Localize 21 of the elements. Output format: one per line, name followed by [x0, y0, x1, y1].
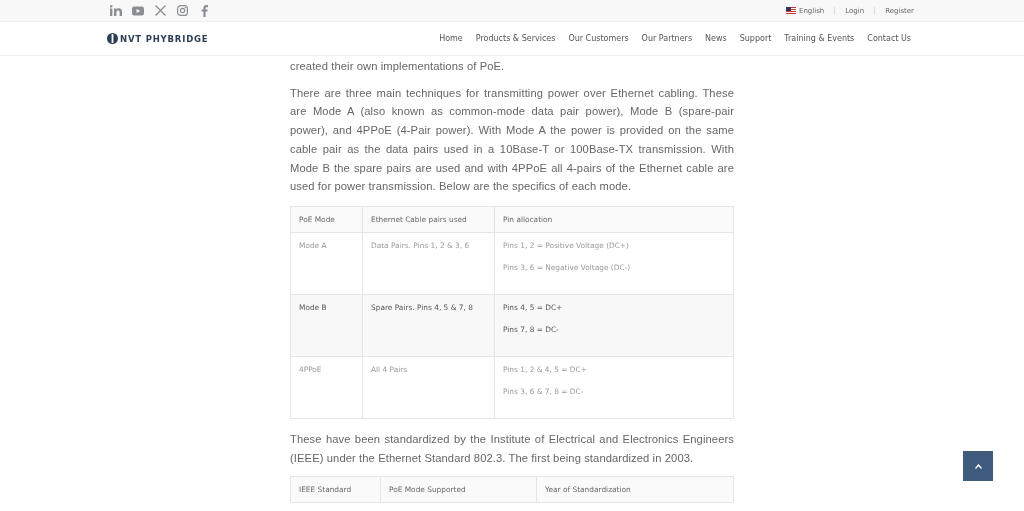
- body-paragraph: There are three main techniques for transmitting power over Ethernet cabling. These are Mode A (also known as common-mode data pair power), Mode B (spare-pair power), and 4PPoE (4-Pair power). With Mode A the power is provided on the same cable pair as the data pairs used in a 10Base-T or 100Base-TX transmission. With Mode B the spare pairs are used and with 4PPoE all 4-pairs of the Ethernet cable are used for power transmission. Below are the specifics of each mode.: [290, 85, 734, 195]
- facebook-icon[interactable]: [200, 4, 208, 17]
- nav-link[interactable]: Our Customers: [568, 34, 629, 43]
- camera-icon[interactable]: [176, 5, 188, 16]
- nav-link[interactable]: Home: [439, 34, 463, 43]
- flag-icon: [786, 7, 796, 14]
- nav-link[interactable]: Contact Us: [867, 34, 911, 43]
- scroll-to-top-button[interactable]: [963, 451, 993, 481]
- nav-link[interactable]: Our Partners: [641, 34, 693, 43]
- body-paragraph: created their own implementations of PoE.: [290, 59, 506, 74]
- caret-up-icon: [974, 463, 982, 469]
- body-paragraph: These have been standardized by the Institute of Electrical and Electronics Engineers (IEEE) under the Ethernet Standard 802.3. The first being standardized in 2003.: [290, 431, 734, 466]
- video-play-icon[interactable]: [132, 5, 144, 16]
- linkedin-icon[interactable]: [110, 5, 122, 16]
- x-icon[interactable]: [154, 5, 166, 16]
- nav-link[interactable]: News: [705, 34, 727, 43]
- nav-link[interactable]: Training & Events: [784, 34, 855, 43]
- nav-link[interactable]: Support: [739, 34, 772, 43]
- logo-text[interactable]: NVT PHYBRIDGE: [120, 33, 209, 44]
- nav-link[interactable]: Products & Services: [475, 34, 556, 43]
- logo-icon: [107, 33, 118, 44]
